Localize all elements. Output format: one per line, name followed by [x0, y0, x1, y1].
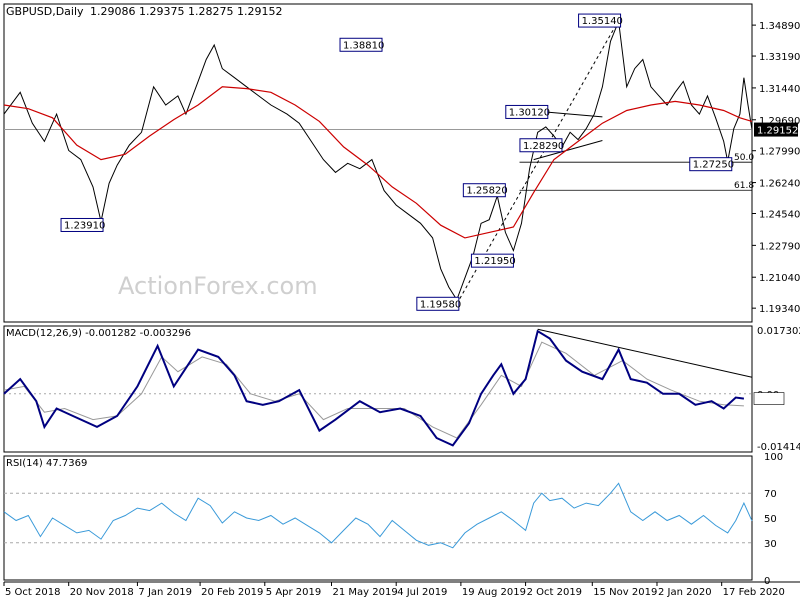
chart-svg: 1.348901.331901.314401.296901.279901.262…: [3, 3, 800, 598]
price-level-label: 1.21950: [474, 256, 515, 267]
price-y-tick-label: 1.19340: [759, 304, 800, 315]
price-series-line: [3, 19, 753, 301]
macd-panel-frame: [3, 325, 753, 453]
time-axis-label: 5 Oct 2018: [5, 587, 60, 598]
price-y-tick-label: 1.33190: [759, 52, 800, 63]
rsi-legend: RSI(14) 47.7369: [6, 458, 87, 469]
time-axis-label: 20 Feb 2019: [201, 587, 263, 598]
fib-level-label: 61.8: [734, 181, 754, 191]
price-y-tick-label: 1.21040: [759, 273, 800, 284]
time-axis-label: 4 Jul 2019: [397, 587, 447, 598]
price-level-label: 1.23910: [64, 220, 105, 231]
price-level-label: 1.27250: [693, 160, 734, 171]
price-level-label: 1.19580: [420, 299, 461, 310]
time-axis-label: 19 Aug 2019: [462, 587, 526, 598]
macd-legend: MACD(12,26,9) -0.001282 -0.003296: [6, 328, 191, 339]
rsi-y-tick-label: 50: [764, 514, 777, 525]
price-y-tick-label: 1.31440: [759, 84, 800, 95]
time-axis-label: 17 Feb 2020: [723, 587, 785, 598]
time-axis-label: 20 Nov 2018: [70, 587, 134, 598]
macd-signal-line: [3, 341, 744, 439]
rsi-y-tick-label: 30: [764, 539, 777, 550]
price-y-tick-label: 1.24540: [759, 210, 800, 221]
price-level-label: 1.25820: [466, 186, 507, 197]
time-axis-label: 15 Nov 2019: [593, 587, 657, 598]
fib-level-label: 50.0: [734, 153, 754, 163]
price-y-tick-label: 1.34890: [759, 21, 800, 32]
macd-line: [3, 329, 745, 447]
watermark: ActionForex.com: [118, 272, 318, 300]
chart-symbol: GBPUSD,Daily: [6, 5, 84, 18]
price-level-label: 1.38810: [343, 40, 384, 51]
price-level-label: 1.28290: [523, 141, 564, 152]
time-axis-label: 7 Jan 2019: [138, 587, 192, 598]
rsi-y-tick-label: 100: [764, 452, 783, 463]
price-level-label: 1.30120: [509, 107, 550, 118]
time-axis-label: 21 May 2019: [333, 587, 398, 598]
macd-y-tick-label: 0.017302: [757, 326, 800, 337]
price-y-tick-label: 1.26240: [759, 179, 800, 190]
time-axis-label: 2 Oct 2019: [527, 587, 582, 598]
chart-area: 1.34890 1.33190 1.31440 1.29690 1.27990 1.262…: [0, 0, 800, 600]
time-axis-label: 2 Jan 2020: [658, 587, 712, 598]
macd-trendline: [537, 328, 753, 378]
current-price-value: 1.29152: [757, 126, 798, 137]
ohlc-readout: 1.29086 1.29375 1.28275 1.29152: [90, 5, 282, 18]
rsi-y-tick-label: 0: [764, 576, 770, 587]
time-axis-label: 5 Apr 2019: [266, 587, 321, 598]
price-y-tick-label: 1.22790: [759, 241, 800, 252]
price-level-label: 1.35140: [582, 16, 623, 27]
price-y-tick-label: 1.27990: [759, 147, 800, 158]
macd-current-tag: [753, 392, 785, 405]
rsi-y-tick-label: 70: [764, 489, 777, 500]
